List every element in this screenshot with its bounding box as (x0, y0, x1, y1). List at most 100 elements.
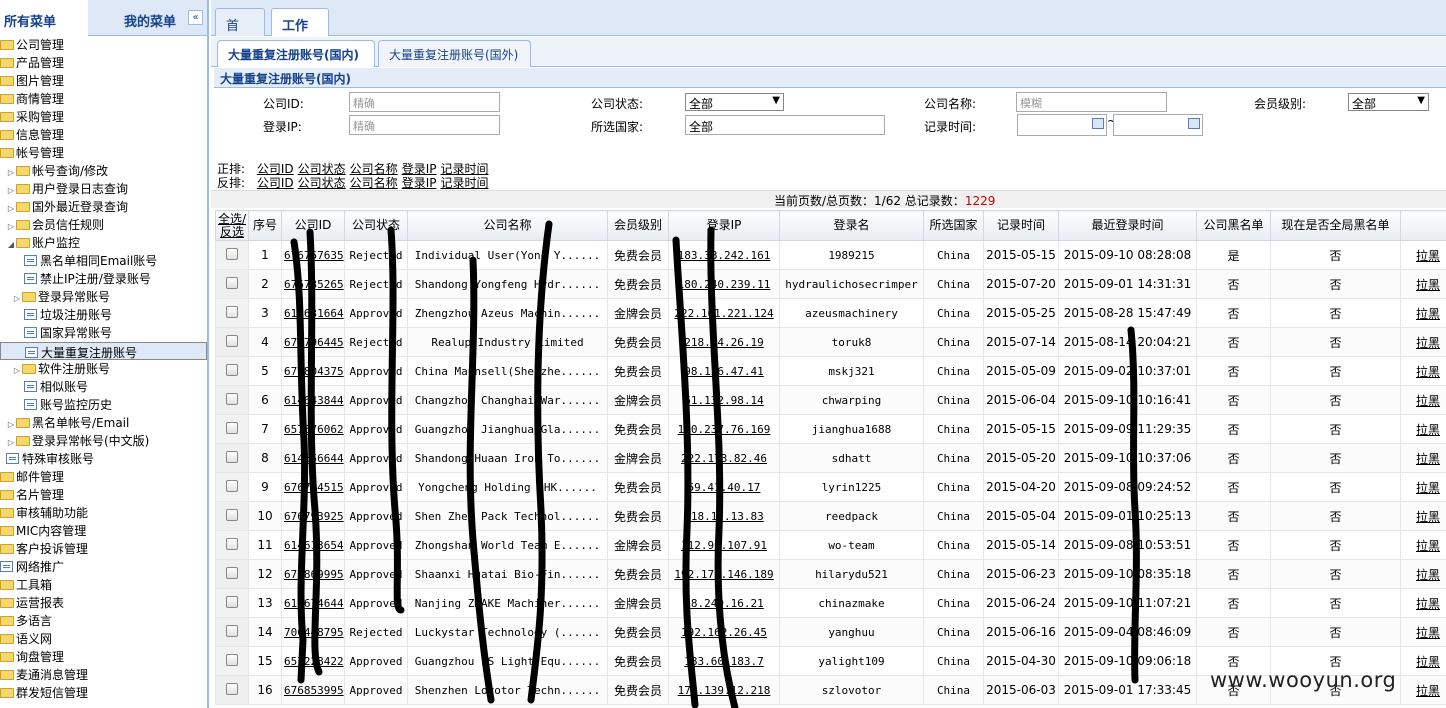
row-checkbox[interactable] (226, 421, 238, 434)
company-id-cell[interactable]: 676757635 (281, 240, 345, 270)
login-ip-cell[interactable]: 112.96.107.91 (668, 530, 780, 560)
sidebar-item[interactable]: 国家异常账号 (0, 324, 207, 342)
row-checkbox[interactable] (226, 624, 238, 637)
sidebar-item[interactable]: 群发短信管理 (0, 684, 207, 702)
blacklist-link[interactable]: 拉黑 (1400, 501, 1446, 531)
sidebar-item[interactable]: 名片管理 (0, 486, 207, 504)
sidebar-item[interactable]: 询盘管理 (0, 648, 207, 666)
sidebar-item[interactable]: 商情管理 (0, 90, 207, 108)
subtab-domestic[interactable]: 大量重复注册账号(国内) (217, 40, 375, 67)
company-id-cell[interactable]: 676869995 (281, 559, 345, 589)
sidebar-item[interactable]: 审核辅助功能 (0, 504, 207, 522)
blacklist-link[interactable]: 拉黑 (1400, 269, 1446, 299)
sort-desc-login-ip[interactable]: 登录IP (402, 176, 437, 190)
blacklist-link[interactable]: 拉黑 (1400, 385, 1446, 415)
sidebar-item[interactable]: ▷ 登录异常账号 (0, 288, 207, 306)
company-id-cell[interactable]: 676793925 (281, 501, 345, 531)
sidebar-item[interactable]: ▷ 帐号查询/修改 (0, 162, 207, 180)
sidebar-item[interactable]: 账号监控历史 (0, 396, 207, 414)
company-id-cell[interactable]: 614631664 (281, 298, 345, 328)
blacklist-link[interactable]: 拉黑 (1400, 472, 1446, 502)
calendar-icon[interactable] (1092, 118, 1104, 129)
sidebar-item[interactable]: 信息管理 (0, 126, 207, 144)
blacklist-link[interactable]: 拉黑 (1400, 588, 1446, 618)
sidebar-item[interactable]: ▷ 黑名单帐号/Email (0, 414, 207, 432)
login-ip-cell[interactable]: 98.126.47.41 (668, 356, 780, 386)
company-id-input[interactable]: 精确 (349, 92, 500, 112)
company-name-input[interactable]: 模糊 (1016, 92, 1167, 112)
blacklist-link[interactable]: 拉黑 (1400, 530, 1446, 560)
sidebar-item[interactable]: 运营报表 (0, 594, 207, 612)
sidebar-item[interactable]: ▷ 用户登录日志查询 (0, 180, 207, 198)
record-time-start[interactable] (1017, 114, 1107, 136)
row-checkbox[interactable] (226, 566, 238, 579)
tab-home[interactable]: 首 页 (215, 8, 265, 53)
login-ip-cell[interactable]: 218.74.26.19 (668, 327, 780, 357)
row-checkbox[interactable] (226, 305, 238, 318)
row-checkbox[interactable] (226, 334, 238, 347)
blacklist-link[interactable]: 拉黑 (1400, 617, 1446, 647)
row-checkbox[interactable] (226, 653, 238, 666)
column-header[interactable]: 全选/反选 (215, 210, 249, 241)
sidebar-item[interactable]: ◢ 账户监控 (0, 234, 207, 252)
company-id-cell[interactable]: 657228422 (281, 646, 345, 676)
sidebar-item[interactable]: ▷ 软件注册账号 (0, 360, 207, 378)
blacklist-link[interactable]: 拉黑 (1400, 559, 1446, 589)
sidebar-item[interactable]: 多语言 (0, 612, 207, 630)
blacklist-link[interactable]: 拉黑 (1400, 646, 1446, 676)
sidebar-item[interactable]: 采购管理 (0, 108, 207, 126)
login-ip-cell[interactable]: 174.139.12.218 (668, 675, 780, 705)
login-ip-cell[interactable]: 183.38.242.161 (668, 240, 780, 270)
sidebar-item[interactable]: 黑名单相同Email账号 (0, 252, 207, 270)
company-id-cell[interactable]: 700448795 (281, 617, 345, 647)
login-ip-cell[interactable]: 222.161.221.124 (668, 298, 780, 328)
blacklist-link[interactable]: 拉黑 (1400, 443, 1446, 473)
row-checkbox[interactable] (226, 508, 238, 521)
record-time-end[interactable] (1113, 114, 1203, 136)
sidebar-item[interactable]: 相似账号 (0, 378, 207, 396)
tab-workspace[interactable]: 工作区 (271, 8, 329, 53)
collapse-icon[interactable]: « (188, 10, 203, 25)
sidebar-item[interactable]: 网络推广 (0, 558, 207, 576)
sort-desc-record-time[interactable]: 记录时间 (440, 176, 488, 190)
blacklist-link[interactable]: 拉黑 (1400, 356, 1446, 386)
company-id-cell[interactable]: 614643844 (281, 385, 345, 415)
sidebar-item[interactable]: 公司管理 (0, 36, 207, 54)
company-status-select[interactable]: 全部 ▼ (685, 93, 784, 111)
login-ip-cell[interactable]: 120.237.76.169 (668, 414, 780, 444)
sidebar-item[interactable]: 麦通消息管理 (0, 666, 207, 684)
member-level-select[interactable]: 全部 ▼ (1348, 93, 1429, 111)
sidebar-item[interactable]: ▷ 登录异常帐号(中文版) (0, 432, 207, 450)
row-checkbox[interactable] (226, 479, 238, 492)
sidebar-item[interactable]: 工具箱 (0, 576, 207, 594)
row-checkbox[interactable] (226, 450, 238, 463)
sidebar-item[interactable]: MIC内容管理 (0, 522, 207, 540)
tab-all-menus[interactable]: 所有菜单 (0, 0, 88, 36)
blacklist-link[interactable]: 拉黑 (1400, 675, 1446, 705)
subtab-foreign[interactable]: 大量重复注册账号(国外) (378, 40, 531, 67)
login-ip-cell[interactable]: 192.173.146.189 (668, 559, 780, 589)
company-id-cell[interactable]: 676804375 (281, 356, 345, 386)
sidebar-item[interactable]: 垃圾注册账号 (0, 306, 207, 324)
login-ip-cell[interactable]: 61.132.98.14 (668, 385, 780, 415)
sidebar-item[interactable]: 产品管理 (0, 54, 207, 72)
sidebar-item[interactable]: 大量重复注册账号 (0, 342, 207, 360)
login-ip-cell[interactable]: 180.240.239.11 (668, 269, 780, 299)
sort-desc-company-status[interactable]: 公司状态 (298, 176, 346, 190)
company-id-cell[interactable]: 676764515 (281, 472, 345, 502)
sidebar-item[interactable]: 特殊审核账号 (0, 450, 207, 468)
row-checkbox[interactable] (226, 537, 238, 550)
row-checkbox[interactable] (226, 247, 238, 260)
calendar-icon[interactable] (1188, 118, 1200, 129)
company-id-cell[interactable]: 614613654 (281, 530, 345, 560)
sidebar-item[interactable]: 图片管理 (0, 72, 207, 90)
select-all-toggle[interactable]: 全选/反选 (218, 212, 246, 239)
login-ip-cell[interactable]: 218.17.13.83 (668, 501, 780, 531)
sidebar-item[interactable]: 邮件管理 (0, 468, 207, 486)
login-ip-cell[interactable]: 58.240.16.21 (668, 588, 780, 618)
blacklist-link[interactable]: 拉黑 (1400, 414, 1446, 444)
company-id-cell[interactable]: 676735265 (281, 269, 345, 299)
company-id-cell[interactable]: 657676062 (281, 414, 345, 444)
row-checkbox[interactable] (226, 276, 238, 289)
login-ip-input[interactable]: 精确 (349, 115, 500, 135)
